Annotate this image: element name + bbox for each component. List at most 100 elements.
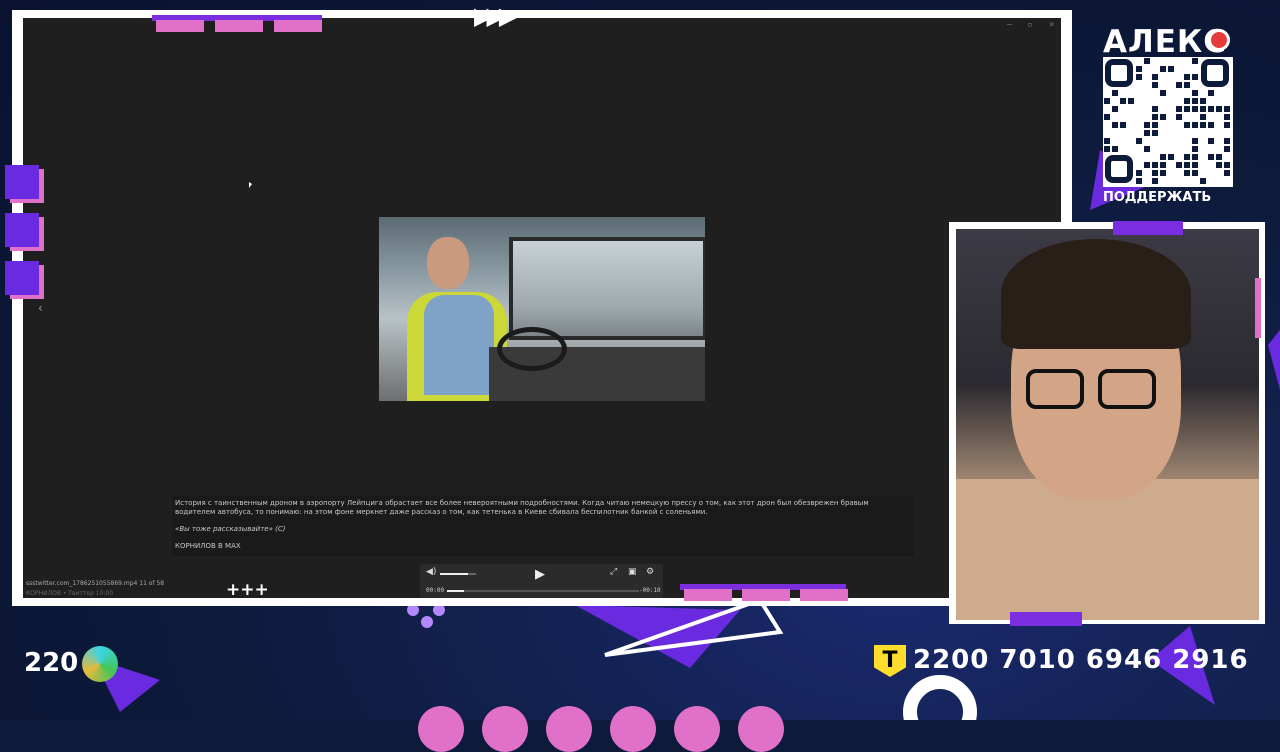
qr-module — [1192, 58, 1198, 64]
deco-square-3 — [5, 261, 39, 295]
qr-finder — [1105, 59, 1133, 87]
arrows-icon: ▶▶▶ — [474, 2, 517, 30]
bottom-left-number: 220 — [24, 648, 79, 678]
qr-module — [1192, 98, 1198, 104]
qr-module — [1208, 106, 1214, 112]
qr-module — [1144, 122, 1150, 128]
caption-author: КОРНИЛОВ В MAX — [175, 542, 241, 550]
qr-module — [1176, 162, 1182, 168]
qr-module — [1192, 154, 1198, 160]
qr-module — [1208, 90, 1214, 96]
qr-module — [1192, 122, 1198, 128]
volume-icon[interactable]: ◀) — [426, 567, 436, 577]
qr-module — [1168, 66, 1174, 72]
qr-finder — [1105, 155, 1133, 183]
qr-module — [1224, 114, 1230, 120]
bus-windshield — [509, 237, 705, 340]
steering-wheel — [497, 327, 567, 371]
qr-module — [1160, 154, 1166, 160]
qr-module — [1120, 122, 1126, 128]
deco-dot-6 — [738, 706, 784, 752]
qr-module — [1136, 138, 1142, 144]
qr-module — [1184, 154, 1190, 160]
qr-module — [1160, 90, 1166, 96]
progress-track[interactable] — [447, 590, 639, 592]
qr-module — [1104, 138, 1110, 144]
qr-module — [1176, 106, 1182, 112]
deco-dot-4 — [610, 706, 656, 752]
qr-module — [1224, 170, 1230, 176]
qr-module — [1128, 98, 1134, 104]
qr-module — [1184, 122, 1190, 128]
qr-module — [1200, 178, 1206, 184]
qr-module — [1184, 74, 1190, 80]
qr-module — [1192, 74, 1198, 80]
deco-dot-1 — [418, 706, 464, 752]
qr-module — [1160, 170, 1166, 176]
qr-module — [1144, 58, 1150, 64]
qr-code[interactable] — [1103, 57, 1233, 187]
webcam-feed — [956, 229, 1259, 620]
qr-module — [1224, 106, 1230, 112]
file-info: КОРНИЛОВ • Твиттер 10:00 — [26, 590, 114, 597]
qr-module — [1152, 162, 1158, 168]
qr-module — [1224, 146, 1230, 152]
qr-module — [1104, 146, 1110, 152]
qr-module — [1200, 122, 1206, 128]
qr-module — [1136, 74, 1142, 80]
qr-module — [1216, 162, 1222, 168]
progress-fill — [447, 590, 465, 592]
mouse-cursor-icon — [249, 182, 252, 188]
qr-module — [1144, 146, 1150, 152]
qr-module — [1104, 98, 1110, 104]
qr-module — [1192, 106, 1198, 112]
qr-module — [1112, 122, 1118, 128]
qr-module — [1152, 178, 1158, 184]
qr-module — [1152, 106, 1158, 112]
person-shirt — [956, 479, 1259, 620]
qr-module — [1152, 130, 1158, 136]
qr-module — [1112, 106, 1118, 112]
time-current: 00:00 — [426, 587, 445, 594]
restore-button[interactable]: ▫ — [1027, 20, 1032, 30]
qr-module — [1144, 130, 1150, 136]
qr-module — [1208, 138, 1214, 144]
fullscreen-icon[interactable]: ⤢ — [610, 567, 617, 577]
person-hair — [1001, 239, 1191, 349]
qr-module — [1208, 122, 1214, 128]
qr-module — [1192, 90, 1198, 96]
qr-module — [1136, 178, 1142, 184]
qr-module — [1152, 122, 1158, 128]
file-name: ssstwitter.com_1786251055869.mp4 11 of 5… — [26, 580, 165, 587]
volume-fill — [440, 573, 469, 575]
video-frame[interactable] — [379, 217, 705, 401]
settings-icon[interactable]: ⚙ — [646, 567, 654, 577]
qr-module — [1104, 114, 1110, 120]
qr-module — [1192, 170, 1198, 176]
qr-module — [1184, 98, 1190, 104]
qr-module — [1112, 90, 1118, 96]
close-button[interactable]: × — [1049, 20, 1054, 30]
qr-module — [1192, 146, 1198, 152]
qr-module — [1136, 170, 1142, 176]
qr-module — [1192, 162, 1198, 168]
qr-finder — [1201, 59, 1229, 87]
play-button[interactable]: ▶ — [535, 567, 545, 582]
qr-module — [1152, 74, 1158, 80]
qr-module — [1200, 98, 1206, 104]
qr-module — [1192, 138, 1198, 144]
caption-text: История с таинственным дроном в аэропорт… — [175, 499, 869, 516]
qr-module — [1208, 154, 1214, 160]
previous-arrow-icon[interactable]: ‹ — [38, 301, 43, 315]
person-glasses — [1026, 369, 1166, 411]
deco-pink-5 — [742, 589, 790, 601]
support-label: ПОДДЕРЖАТЬ — [1103, 190, 1212, 205]
pip-icon[interactable]: ▣ — [628, 567, 637, 577]
minimize-button[interactable]: – — [1007, 20, 1012, 30]
driver-shirt — [424, 295, 494, 395]
deco-dot-5 — [674, 706, 720, 752]
qr-module — [1160, 66, 1166, 72]
qr-module — [1224, 138, 1230, 144]
deco-pink-3 — [274, 20, 322, 32]
qr-module — [1184, 106, 1190, 112]
